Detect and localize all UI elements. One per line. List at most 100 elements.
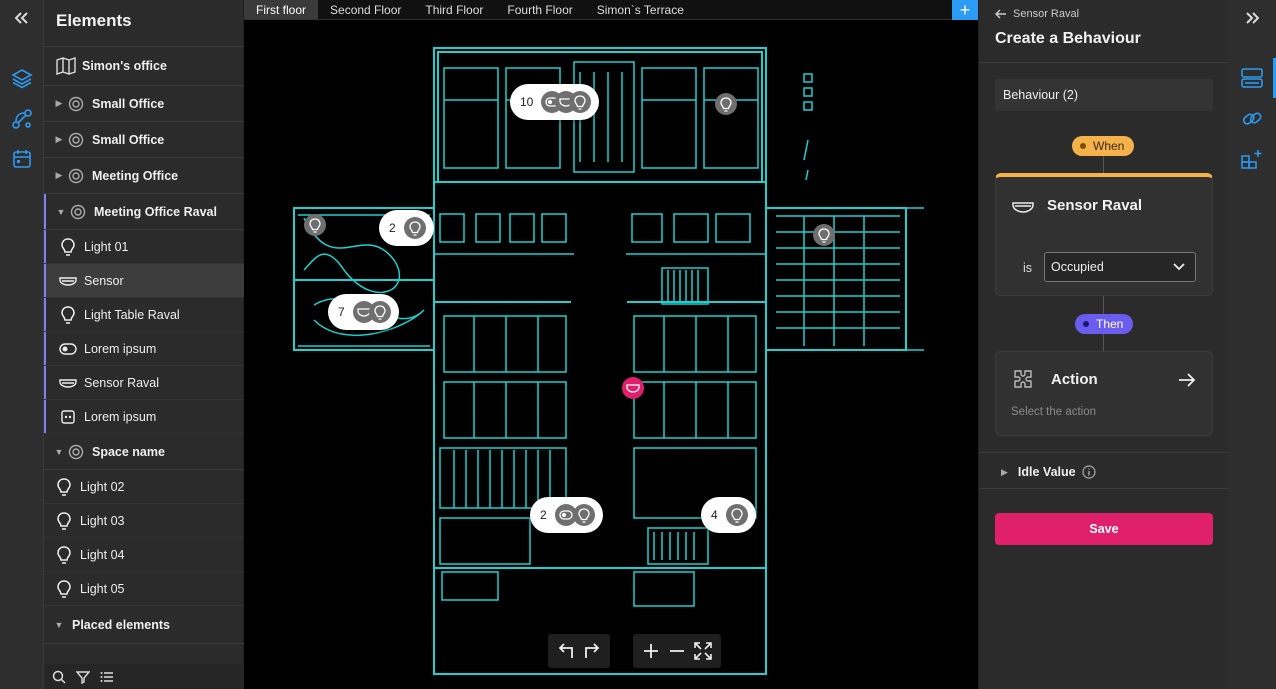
item-label: Lorem ipsum: [84, 409, 157, 424]
trigger-device-name: Sensor Raval: [1047, 197, 1143, 214]
filter-icon[interactable]: [76, 670, 90, 684]
caret-down-icon[interactable]: ▼: [52, 447, 66, 457]
tree-placed-elements[interactable]: ▼ Placed elements: [44, 606, 244, 644]
tab-third-floor[interactable]: Third Floor: [413, 0, 495, 19]
tab-second-floor[interactable]: Second Floor: [318, 0, 413, 19]
tree-item-lorem-ipsum[interactable]: Lorem ipsum: [44, 332, 244, 366]
behaviour-name-input[interactable]: Behaviour (2): [995, 79, 1213, 111]
elements-tree: Simon's office ▶ Small Office ▶ Small Of…: [44, 46, 244, 664]
behaviour-panel: Sensor Raval Create a Behaviour Behaviou…: [978, 0, 1229, 689]
idle-value-toggle[interactable]: ▶ Idle Value: [1001, 465, 1096, 479]
socket-icon: [58, 407, 78, 427]
sensor-icon: [626, 383, 640, 393]
item-label: Sensor: [84, 273, 124, 288]
info-icon[interactable]: [1081, 465, 1096, 479]
cluster-count: 2: [389, 221, 396, 235]
item-label: Light 02: [80, 479, 125, 494]
space-icon: [66, 94, 86, 114]
calendar-icon: [13, 150, 31, 168]
left-rail: [0, 0, 44, 689]
map-cluster-marker[interactable]: 2: [379, 210, 434, 246]
caret-down-icon[interactable]: ▼: [54, 207, 68, 217]
tree-root-office[interactable]: Simon's office: [44, 46, 244, 86]
zoom-out-icon[interactable]: [667, 642, 687, 660]
space-icon: [68, 202, 88, 222]
caret-right-icon[interactable]: ▶: [52, 170, 66, 181]
condition-select[interactable]: Occupied: [1044, 252, 1196, 282]
list-icon[interactable]: [100, 670, 114, 684]
panel-title: Create a Behaviour: [995, 30, 1141, 47]
back-label: Sensor Raval: [1013, 8, 1080, 20]
schedule-button[interactable]: [0, 139, 44, 179]
map-cluster-marker[interactable]: 10: [510, 84, 600, 120]
automations-button[interactable]: [0, 99, 44, 139]
when-label: When: [1093, 139, 1125, 153]
tree-space-meeting-office[interactable]: ▶ Meeting Office: [44, 158, 244, 194]
map-cluster-marker[interactable]: 7: [328, 294, 399, 330]
lightbulb-icon: [572, 504, 595, 526]
layers-button[interactable]: [0, 58, 44, 98]
tree-space-space-name[interactable]: ▼ Space name: [44, 434, 244, 470]
add-floor-button[interactable]: +: [952, 0, 978, 20]
save-button[interactable]: Save: [995, 513, 1213, 545]
devices-panel-icon: [1241, 68, 1263, 88]
space-icon: [66, 442, 86, 462]
grid-plus-icon: [1241, 150, 1262, 169]
map-light-pin[interactable]: [715, 93, 737, 115]
tree-item-light-01[interactable]: Light 01: [44, 230, 244, 264]
tree-item-light-03[interactable]: Light 03: [44, 504, 244, 538]
map-cluster-marker[interactable]: 2: [530, 497, 603, 533]
map-selected-sensor-pin[interactable]: [622, 377, 644, 399]
then-dot: [1083, 321, 1089, 327]
item-label: Light Table Raval: [84, 307, 180, 322]
zoom-in-icon[interactable]: [641, 642, 661, 660]
tree-item-lorem-ipsum-2[interactable]: Lorem ipsum: [44, 400, 244, 434]
tree-item-light-table-raval[interactable]: Light Table Raval: [44, 298, 244, 332]
space-label: Small Office: [92, 132, 165, 147]
caret-down-icon[interactable]: ▼: [52, 620, 66, 630]
map-light-pin[interactable]: [813, 224, 835, 246]
redo-icon[interactable]: [582, 642, 602, 660]
search-icon[interactable]: [52, 670, 66, 684]
arrow-right-icon[interactable]: [1178, 372, 1196, 388]
tree-item-light-02[interactable]: Light 02: [44, 470, 244, 504]
map-light-pin[interactable]: [304, 214, 326, 236]
map-cluster-marker[interactable]: 4: [701, 497, 756, 533]
tree-item-sensor[interactable]: Sensor: [44, 264, 244, 298]
graph-nodes-icon: [12, 109, 32, 129]
undo-icon[interactable]: [556, 642, 576, 660]
lightbulb-icon: [58, 237, 78, 257]
chevron-down-icon: [1173, 263, 1185, 271]
fit-screen-icon[interactable]: [693, 642, 713, 660]
tree-item-light-05[interactable]: Light 05: [44, 572, 244, 606]
divider: [979, 62, 1229, 63]
lightbulb-icon: [818, 227, 830, 243]
space-label: Meeting Office: [92, 168, 179, 183]
collapse-panel-button[interactable]: [0, 0, 44, 36]
devices-panel-button[interactable]: [1228, 58, 1276, 98]
lightbulb-icon: [569, 91, 592, 113]
tree-item-light-04[interactable]: Light 04: [44, 538, 244, 572]
expand-panel-button[interactable]: [1228, 0, 1276, 36]
links-button[interactable]: [1228, 99, 1276, 139]
layers-icon: [11, 69, 33, 89]
elements-panel: Elements Simon's office ▶ Small Office ▶…: [44, 0, 244, 689]
tab-first-floor[interactable]: First floor: [244, 0, 319, 19]
tab-fourth-floor[interactable]: Fourth Floor: [495, 0, 584, 19]
caret-right-icon[interactable]: ▶: [52, 98, 66, 109]
back-link[interactable]: Sensor Raval: [995, 8, 1079, 20]
action-card[interactable]: Action Select the action: [995, 351, 1213, 436]
tree-space-small-office[interactable]: ▶ Small Office: [44, 86, 244, 122]
floor-plan-map[interactable]: First floor Second Floor Third Floor Fou…: [244, 0, 978, 689]
add-module-button[interactable]: [1228, 139, 1276, 179]
cluster-count: 2: [540, 508, 547, 522]
tree-space-small-office-2[interactable]: ▶ Small Office: [44, 122, 244, 158]
divider: [979, 452, 1229, 453]
tab-simons-terrace[interactable]: Simon`s Terrace: [585, 0, 696, 19]
divider: [979, 488, 1229, 489]
then-badge: Then: [1075, 314, 1134, 334]
caret-right-icon[interactable]: ▶: [52, 134, 66, 145]
tree-item-sensor-raval[interactable]: Sensor Raval: [44, 366, 244, 400]
tree-space-meeting-office-raval[interactable]: ▼ Meeting Office Raval: [44, 194, 244, 230]
lightbulb-icon: [403, 217, 426, 239]
